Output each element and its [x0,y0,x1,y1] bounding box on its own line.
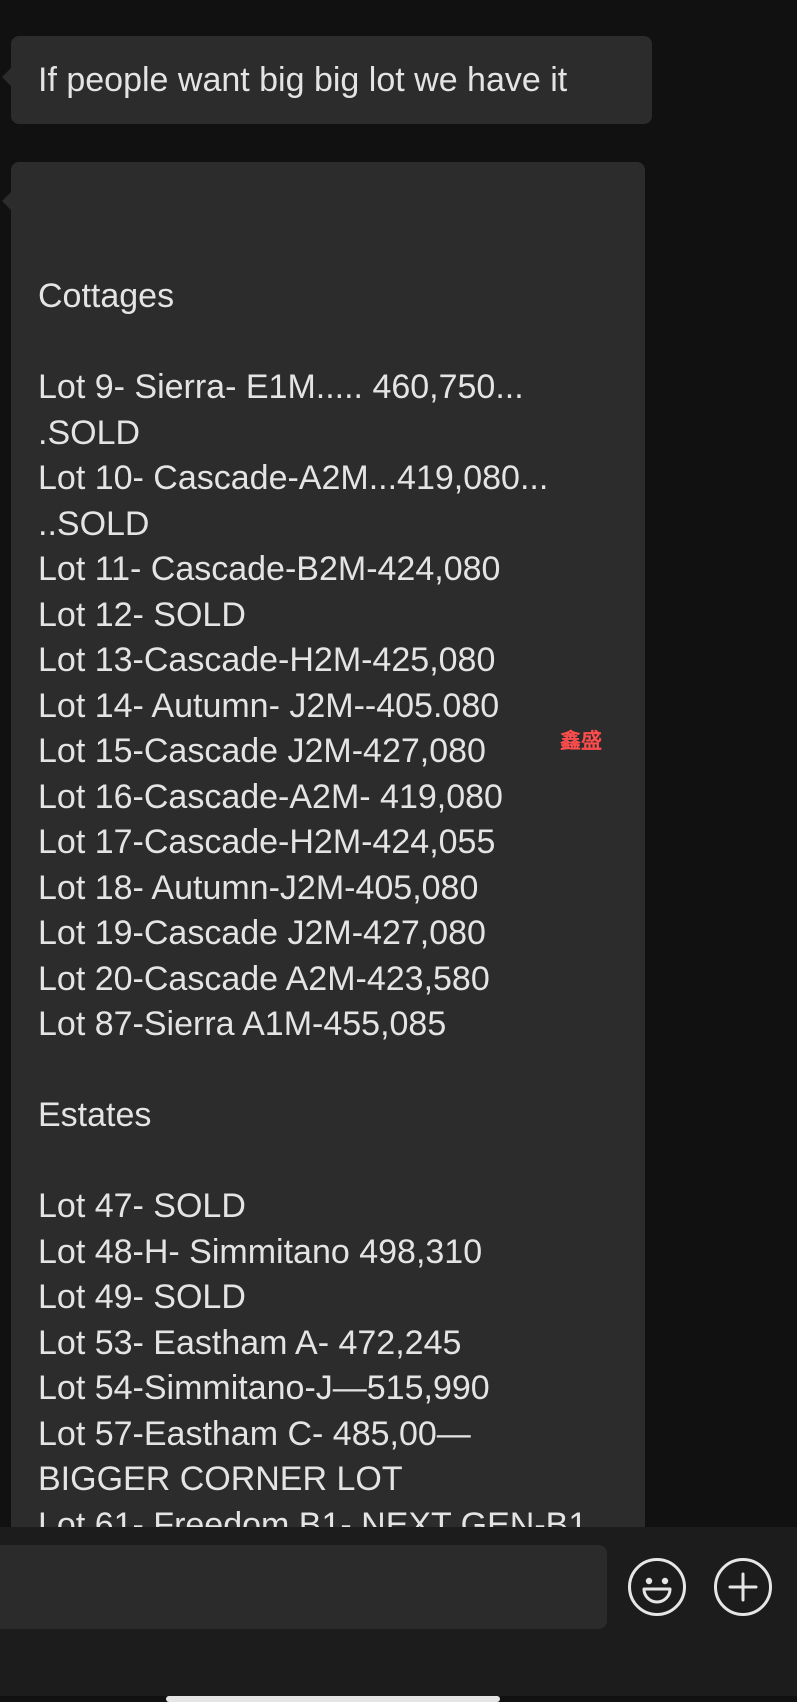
blank-line [38,1139,587,1185]
listing-line: Lot 11- Cascade-B2M-424,080 [38,550,501,588]
home-indicator [166,1696,500,1702]
listing-line: Lot 19-Cascade J2M-427,080 [38,914,486,952]
listing-line: Lot 10- Cascade-A2M...419,080... [38,459,549,497]
plus-circle-icon[interactable] [714,1558,772,1616]
chat-area[interactable]: If people want big big lot we have it Co… [0,0,797,1527]
listing-line: Lot 16-Cascade-A2M- 419,080 [38,777,503,816]
listing-line: Lot 15-Cascade J2M-427,080 [38,732,486,770]
listing-line: Lot 17-Cascade-H2M-424,055 [38,823,496,861]
listing-line: Lot 47- SOLD [38,1187,246,1225]
smiley-icon[interactable] [628,1558,686,1616]
message-bubble[interactable]: Cottages Lot 9- Sierra- E1M..... 460,750.… [2,162,645,1527]
listing-line: Lot 49- SOLD [38,1278,246,1316]
message-input[interactable] [0,1545,607,1629]
listing-line: BIGGER CORNER LOT [38,1460,403,1498]
listing-line: Lot 14- Autumn- J2M--405.080 [38,686,500,725]
blank-line [38,1048,587,1094]
message-text: Cottages Lot 9- Sierra- E1M..... 460,750.… [38,274,587,1527]
listing-line: Lot 53- Eastham A- 472,245 [38,1323,462,1362]
listing-line: Lot 57-Eastham C- 485,00— [38,1414,471,1453]
message-text: If people want big big lot we have it [38,61,568,99]
listing-line: Estates [38,1096,152,1134]
listing-line: Lot 61- Freedom B1- NEXT GEN-B1 [38,1505,588,1528]
listing-line: .SOLD [38,413,141,452]
listing-line: Lot 13-Cascade-H2M-425,080 [38,641,496,679]
listing-line: Cottages [38,277,175,315]
watermark-stamp: 鑫盛 [560,729,602,753]
listing-line: Lot 54-Simmitano-J—515,990 [38,1369,490,1407]
listing-line: Lot 12- SOLD [38,595,246,634]
composer-bar [0,1527,797,1702]
message-bubble[interactable]: If people want big big lot we have it [2,36,652,124]
listing-line: Lot 9- Sierra- E1M..... 460,750... [38,368,524,406]
blank-line [38,320,587,366]
listing-line: Lot 87-Sierra A1M-455,085 [38,1005,447,1043]
listing-line: Lot 18- Autumn-J2M-405,080 [38,868,479,907]
listing-line: Lot 20-Cascade A2M-423,580 [38,959,490,998]
listing-line: Lot 48-H- Simmitano 498,310 [38,1232,483,1271]
listing-line: ..SOLD [38,504,150,543]
